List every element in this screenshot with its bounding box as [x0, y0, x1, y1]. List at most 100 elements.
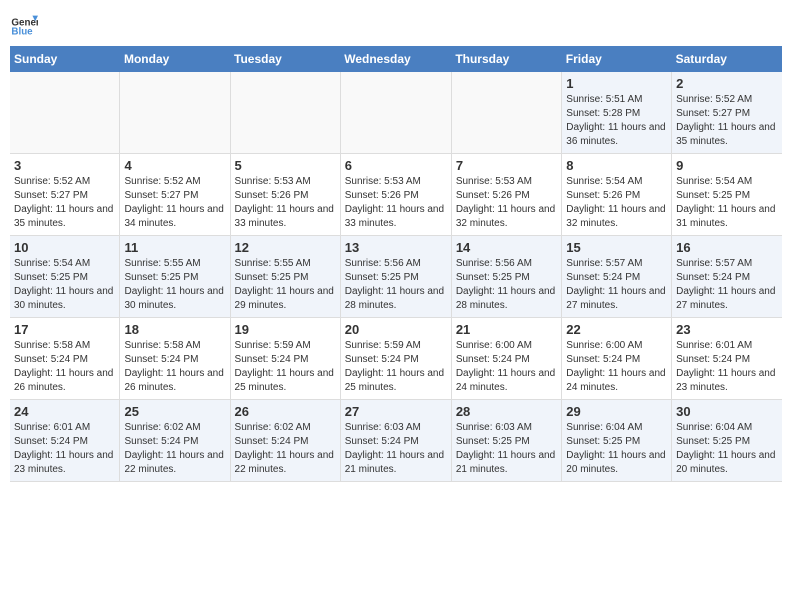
calendar-cell: 3 Sunrise: 5:52 AM Sunset: 5:27 PM Daylig… — [10, 154, 120, 236]
calendar-cell: 15 Sunrise: 5:57 AM Sunset: 5:24 PM Dayli… — [562, 236, 672, 318]
day-info: Sunrise: 5:57 AM Sunset: 5:24 PM Dayligh… — [566, 257, 667, 313]
day-number: 7 — [456, 158, 557, 173]
day-number: 19 — [235, 322, 336, 337]
day-number: 3 — [14, 158, 115, 173]
weekday-header-row: SundayMondayTuesdayWednesdayThursdayFrid… — [10, 46, 782, 72]
day-info: Sunrise: 5:53 AM Sunset: 5:26 PM Dayligh… — [345, 175, 447, 231]
calendar-cell: 8 Sunrise: 5:54 AM Sunset: 5:26 PM Daylig… — [562, 154, 672, 236]
day-info: Sunrise: 5:54 AM Sunset: 5:26 PM Dayligh… — [566, 175, 667, 231]
day-info: Sunrise: 6:04 AM Sunset: 5:25 PM Dayligh… — [676, 421, 778, 477]
day-info: Sunrise: 5:51 AM Sunset: 5:28 PM Dayligh… — [566, 93, 667, 149]
calendar-cell: 9Sunrise: 5:54 AM Sunset: 5:25 PM Daylig… — [672, 154, 782, 236]
day-number: 29 — [566, 404, 667, 419]
calendar-cell: 17Sunrise: 5:58 AM Sunset: 5:24 PM Dayli… — [10, 318, 120, 400]
day-number: 26 — [235, 404, 336, 419]
day-info: Sunrise: 5:56 AM Sunset: 5:25 PM Dayligh… — [456, 257, 557, 313]
weekday-header-wednesday: Wednesday — [340, 46, 451, 72]
day-info: Sunrise: 5:57 AM Sunset: 5:24 PM Dayligh… — [676, 257, 778, 313]
calendar-cell: 18 Sunrise: 5:58 AM Sunset: 5:24 PM Dayli… — [120, 318, 230, 400]
calendar-cell: 11 Sunrise: 5:55 AM Sunset: 5:25 PM Dayli… — [120, 236, 230, 318]
day-number: 14 — [456, 240, 557, 255]
calendar-cell: 12 Sunrise: 5:55 AM Sunset: 5:25 PM Dayli… — [230, 236, 340, 318]
day-info: Sunrise: 5:53 AM Sunset: 5:26 PM Dayligh… — [235, 175, 336, 231]
calendar-cell: 10 Sunrise: 5:54 AM Sunset: 5:25 PM Dayli… — [10, 236, 120, 318]
day-number: 13 — [345, 240, 447, 255]
page-header: General Blue — [10, 10, 782, 38]
day-number: 2 — [676, 76, 778, 91]
svg-text:Blue: Blue — [11, 27, 33, 38]
calendar-cell: 23 Sunrise: 6:01 AM Sunset: 5:24 PM Dayli… — [672, 318, 782, 400]
calendar-cell: 13Sunrise: 5:56 AM Sunset: 5:25 PM Dayli… — [340, 236, 451, 318]
calendar-cell — [230, 72, 340, 154]
day-info: Sunrise: 5:52 AM Sunset: 5:27 PM Dayligh… — [14, 175, 115, 231]
day-info: Sunrise: 5:58 AM Sunset: 5:24 PM Dayligh… — [124, 339, 225, 395]
day-number: 16 — [676, 240, 778, 255]
calendar-cell — [451, 72, 561, 154]
calendar-week-row: 1 Sunrise: 5:51 AM Sunset: 5:28 PM Daylig… — [10, 72, 782, 154]
calendar-cell: 25 Sunrise: 6:02 AM Sunset: 5:24 PM Dayli… — [120, 400, 230, 482]
calendar-cell: 30Sunrise: 6:04 AM Sunset: 5:25 PM Dayli… — [672, 400, 782, 482]
calendar-cell: 27 Sunrise: 6:03 AM Sunset: 5:24 PM Dayli… — [340, 400, 451, 482]
calendar-cell: 2 Sunrise: 5:52 AM Sunset: 5:27 PM Daylig… — [672, 72, 782, 154]
day-info: Sunrise: 6:01 AM Sunset: 5:24 PM Dayligh… — [14, 421, 115, 477]
day-number: 18 — [124, 322, 225, 337]
day-number: 15 — [566, 240, 667, 255]
calendar-week-row: 17 Sunrise: 5:58 AM Sunset: 5:24 PM Dayli… — [10, 318, 782, 400]
day-number: 24 — [14, 404, 115, 419]
calendar-cell — [10, 72, 120, 154]
calendar-cell: 14 Sunrise: 5:56 AM Sunset: 5:25 PM Dayli… — [451, 236, 561, 318]
day-info: Sunrise: 6:04 AM Sunset: 5:25 PM Dayligh… — [566, 421, 667, 477]
logo: General Blue — [10, 10, 38, 38]
calendar-cell: 29 Sunrise: 6:04 AM Sunset: 5:25 PM Dayli… — [562, 400, 672, 482]
day-number: 1 — [566, 76, 667, 91]
day-number: 4 — [124, 158, 225, 173]
day-info: Sunrise: 5:52 AM Sunset: 5:27 PM Dayligh… — [676, 93, 778, 149]
calendar-cell: 21Sunrise: 6:00 AM Sunset: 5:24 PM Dayli… — [451, 318, 561, 400]
day-number: 5 — [235, 158, 336, 173]
weekday-header-thursday: Thursday — [451, 46, 561, 72]
calendar-cell — [120, 72, 230, 154]
day-info: Sunrise: 5:54 AM Sunset: 5:25 PM Dayligh… — [676, 175, 778, 231]
day-number: 10 — [14, 240, 115, 255]
calendar-cell: 1 Sunrise: 5:51 AM Sunset: 5:28 PM Daylig… — [562, 72, 672, 154]
calendar-cell: 7 Sunrise: 5:53 AM Sunset: 5:26 PM Daylig… — [451, 154, 561, 236]
calendar-week-row: 24 Sunrise: 6:01 AM Sunset: 5:24 PM Dayli… — [10, 400, 782, 482]
day-number: 11 — [124, 240, 225, 255]
day-number: 23 — [676, 322, 778, 337]
day-info: Sunrise: 6:02 AM Sunset: 5:24 PM Dayligh… — [124, 421, 225, 477]
day-info: Sunrise: 5:55 AM Sunset: 5:25 PM Dayligh… — [124, 257, 225, 313]
weekday-header-saturday: Saturday — [672, 46, 782, 72]
day-number: 28 — [456, 404, 557, 419]
weekday-header-monday: Monday — [120, 46, 230, 72]
day-info: Sunrise: 6:03 AM Sunset: 5:25 PM Dayligh… — [456, 421, 557, 477]
day-info: Sunrise: 6:03 AM Sunset: 5:24 PM Dayligh… — [345, 421, 447, 477]
calendar-cell: 26Sunrise: 6:02 AM Sunset: 5:24 PM Dayli… — [230, 400, 340, 482]
calendar-cell: 5 Sunrise: 5:53 AM Sunset: 5:26 PM Daylig… — [230, 154, 340, 236]
day-number: 22 — [566, 322, 667, 337]
day-number: 20 — [345, 322, 447, 337]
weekday-header-sunday: Sunday — [10, 46, 120, 72]
day-info: Sunrise: 5:52 AM Sunset: 5:27 PM Dayligh… — [124, 175, 225, 231]
day-info: Sunrise: 5:55 AM Sunset: 5:25 PM Dayligh… — [235, 257, 336, 313]
calendar-week-row: 10 Sunrise: 5:54 AM Sunset: 5:25 PM Dayli… — [10, 236, 782, 318]
logo-icon: General Blue — [10, 10, 38, 38]
calendar-cell: 6Sunrise: 5:53 AM Sunset: 5:26 PM Daylig… — [340, 154, 451, 236]
calendar-cell: 16 Sunrise: 5:57 AM Sunset: 5:24 PM Dayli… — [672, 236, 782, 318]
day-info: Sunrise: 6:00 AM Sunset: 5:24 PM Dayligh… — [566, 339, 667, 395]
calendar-cell: 24 Sunrise: 6:01 AM Sunset: 5:24 PM Dayli… — [10, 400, 120, 482]
day-number: 12 — [235, 240, 336, 255]
day-number: 8 — [566, 158, 667, 173]
day-number: 25 — [124, 404, 225, 419]
calendar-cell: 20Sunrise: 5:59 AM Sunset: 5:24 PM Dayli… — [340, 318, 451, 400]
day-info: Sunrise: 5:59 AM Sunset: 5:24 PM Dayligh… — [235, 339, 336, 395]
day-info: Sunrise: 6:00 AM Sunset: 5:24 PM Dayligh… — [456, 339, 557, 395]
day-number: 27 — [345, 404, 447, 419]
calendar-cell: 19 Sunrise: 5:59 AM Sunset: 5:24 PM Dayli… — [230, 318, 340, 400]
calendar-cell: 28 Sunrise: 6:03 AM Sunset: 5:25 PM Dayli… — [451, 400, 561, 482]
weekday-header-friday: Friday — [562, 46, 672, 72]
day-number: 17 — [14, 322, 115, 337]
day-info: Sunrise: 6:01 AM Sunset: 5:24 PM Dayligh… — [676, 339, 778, 395]
day-info: Sunrise: 5:54 AM Sunset: 5:25 PM Dayligh… — [14, 257, 115, 313]
day-info: Sunrise: 5:53 AM Sunset: 5:26 PM Dayligh… — [456, 175, 557, 231]
calendar-cell: 4 Sunrise: 5:52 AM Sunset: 5:27 PM Daylig… — [120, 154, 230, 236]
